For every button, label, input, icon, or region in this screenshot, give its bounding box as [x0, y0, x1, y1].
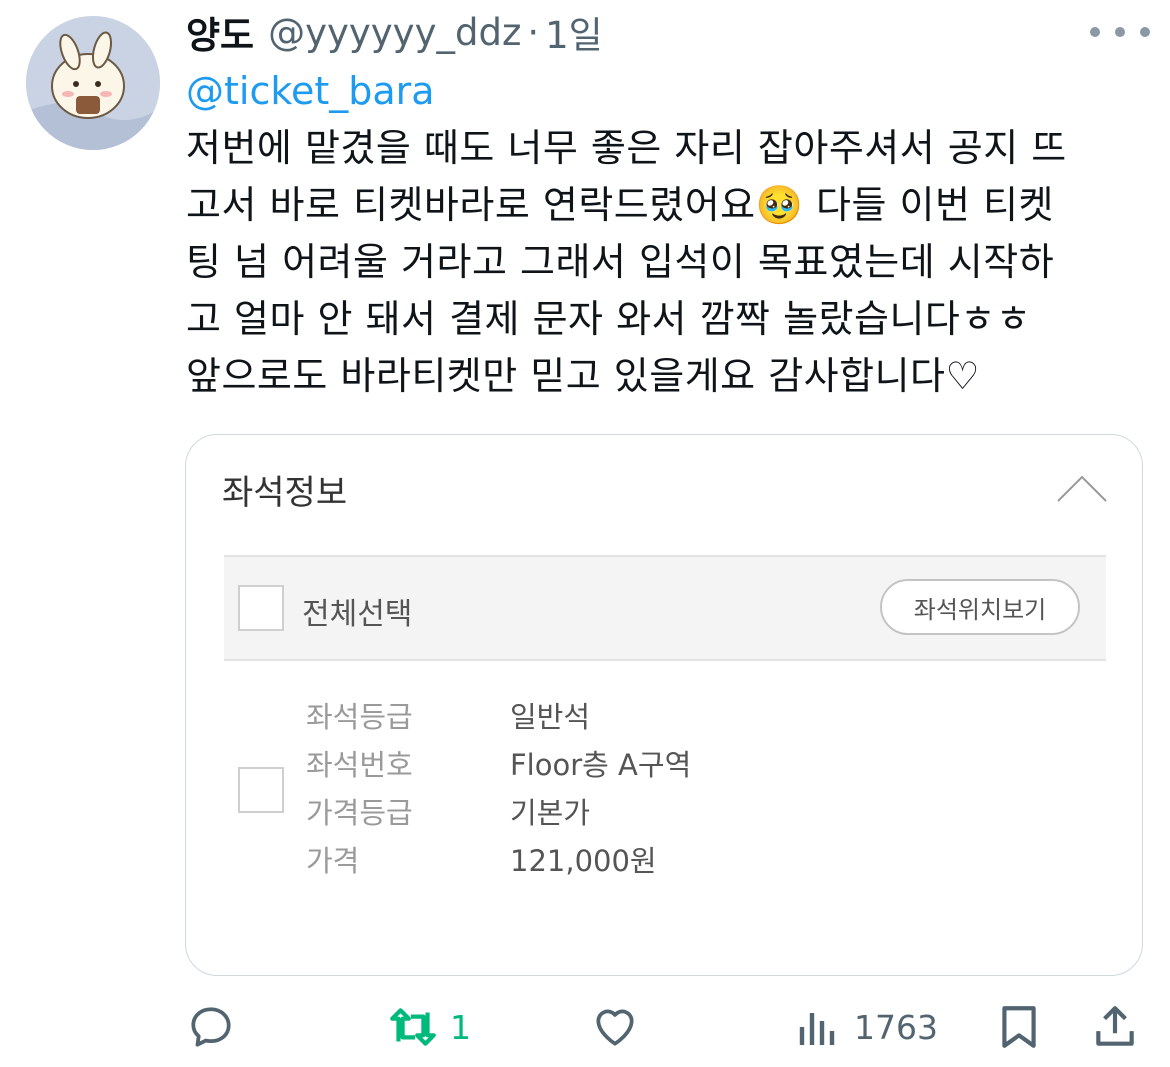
tweet-line: 팅 넘 어려울 거라고 그래서 입석이 목표였는데 시작하: [186, 240, 1055, 284]
share-button[interactable]: [1090, 995, 1140, 1059]
info-label: 좌석번호: [306, 748, 413, 782]
seat-location-button[interactable]: 좌석위치보기: [880, 579, 1080, 635]
info-label: 가격등급: [306, 796, 413, 830]
tweet-text: 저번에 맡겼을 때도 너무 좋은 자리 잡아주셔서 공지 뜨 고서 바로 티켓바…: [186, 120, 1146, 405]
tweet-line-segment: 다들 이번 티켓: [803, 183, 1054, 227]
tweet-line: 고 얼마 안 돼서 결제 문자 와서 깜짝 놀랐습니다ㅎㅎ: [186, 297, 1032, 341]
info-value: Floor층 A구역: [510, 748, 692, 782]
tweet-line: 저번에 맡겼을 때도 너무 좋은 자리 잡아주셔서 공지 뜨: [186, 126, 1067, 170]
info-value: 기본가: [510, 796, 591, 830]
select-all-checkbox[interactable]: [238, 585, 284, 631]
info-row: 가격등급 기본가: [306, 787, 691, 835]
retweet-count: 1: [450, 1007, 471, 1047]
views-icon: [799, 1013, 835, 1045]
info-row: 좌석번호 Floor층 A구역: [306, 739, 691, 787]
more-options-icon[interactable]: [1090, 18, 1150, 46]
info-value: 121,000원: [510, 844, 657, 878]
info-label: 가격: [306, 844, 360, 878]
info-row: 가격 121,000원: [306, 835, 691, 883]
tweet-line: 앞으로도 바라티켓만 믿고 있을게요 감사합니다♡: [186, 354, 981, 398]
retweet-button[interactable]: 1: [386, 995, 471, 1059]
header-separator: ·: [527, 10, 540, 54]
views-count: 1763: [854, 1007, 938, 1047]
retweet-icon: [390, 1008, 436, 1046]
share-icon: [1096, 1006, 1134, 1046]
avatar-image: [26, 16, 160, 150]
author-handle[interactable]: @yyyyyy_ddz: [268, 11, 521, 54]
tweet-action-bar: 1 1763: [0, 995, 1170, 1065]
views-button[interactable]: 1763: [796, 995, 938, 1059]
seat-info-title: 좌석정보: [222, 473, 348, 513]
bookmark-icon: [1002, 1006, 1036, 1048]
info-row: 좌석등급 일반석: [306, 691, 691, 739]
info-value: 일반석: [510, 700, 591, 734]
attached-image[interactable]: 좌석정보 전체선택 좌석위치보기 좌석등급 일반석 좌석번호 Floor층 A구…: [185, 434, 1143, 976]
info-label: 좌석등급: [306, 700, 413, 734]
author-name[interactable]: 양도: [186, 5, 254, 59]
chevron-up-icon: [1057, 475, 1107, 502]
seat-checkbox[interactable]: [238, 767, 284, 813]
like-button[interactable]: [590, 995, 640, 1059]
tweet-header: 양도 @yyyyyy_ddz · 1일: [186, 4, 603, 60]
tweet-line-segment: 고서 바로 티켓바라로 연락드렸어요: [186, 183, 756, 227]
pleading-face-emoji: 🥹: [755, 183, 804, 227]
avatar[interactable]: [26, 16, 160, 150]
heart-icon: [596, 1009, 634, 1046]
tweet-timestamp[interactable]: 1일: [545, 5, 603, 59]
tweet-line: 고서 바로 티켓바라로 연락드렸어요🥹 다들 이번 티켓: [186, 177, 1146, 234]
reply-icon: [191, 1007, 231, 1047]
mention-link[interactable]: @ticket_bara: [186, 66, 435, 116]
bookmark-button[interactable]: [996, 995, 1042, 1059]
select-all-label: 전체선택: [302, 597, 413, 632]
seat-info-table: 좌석등급 일반석 좌석번호 Floor층 A구역 가격등급 기본가 가격 121…: [306, 691, 691, 883]
select-all-bar: 전체선택 좌석위치보기: [224, 555, 1106, 661]
reply-button[interactable]: [186, 995, 236, 1059]
